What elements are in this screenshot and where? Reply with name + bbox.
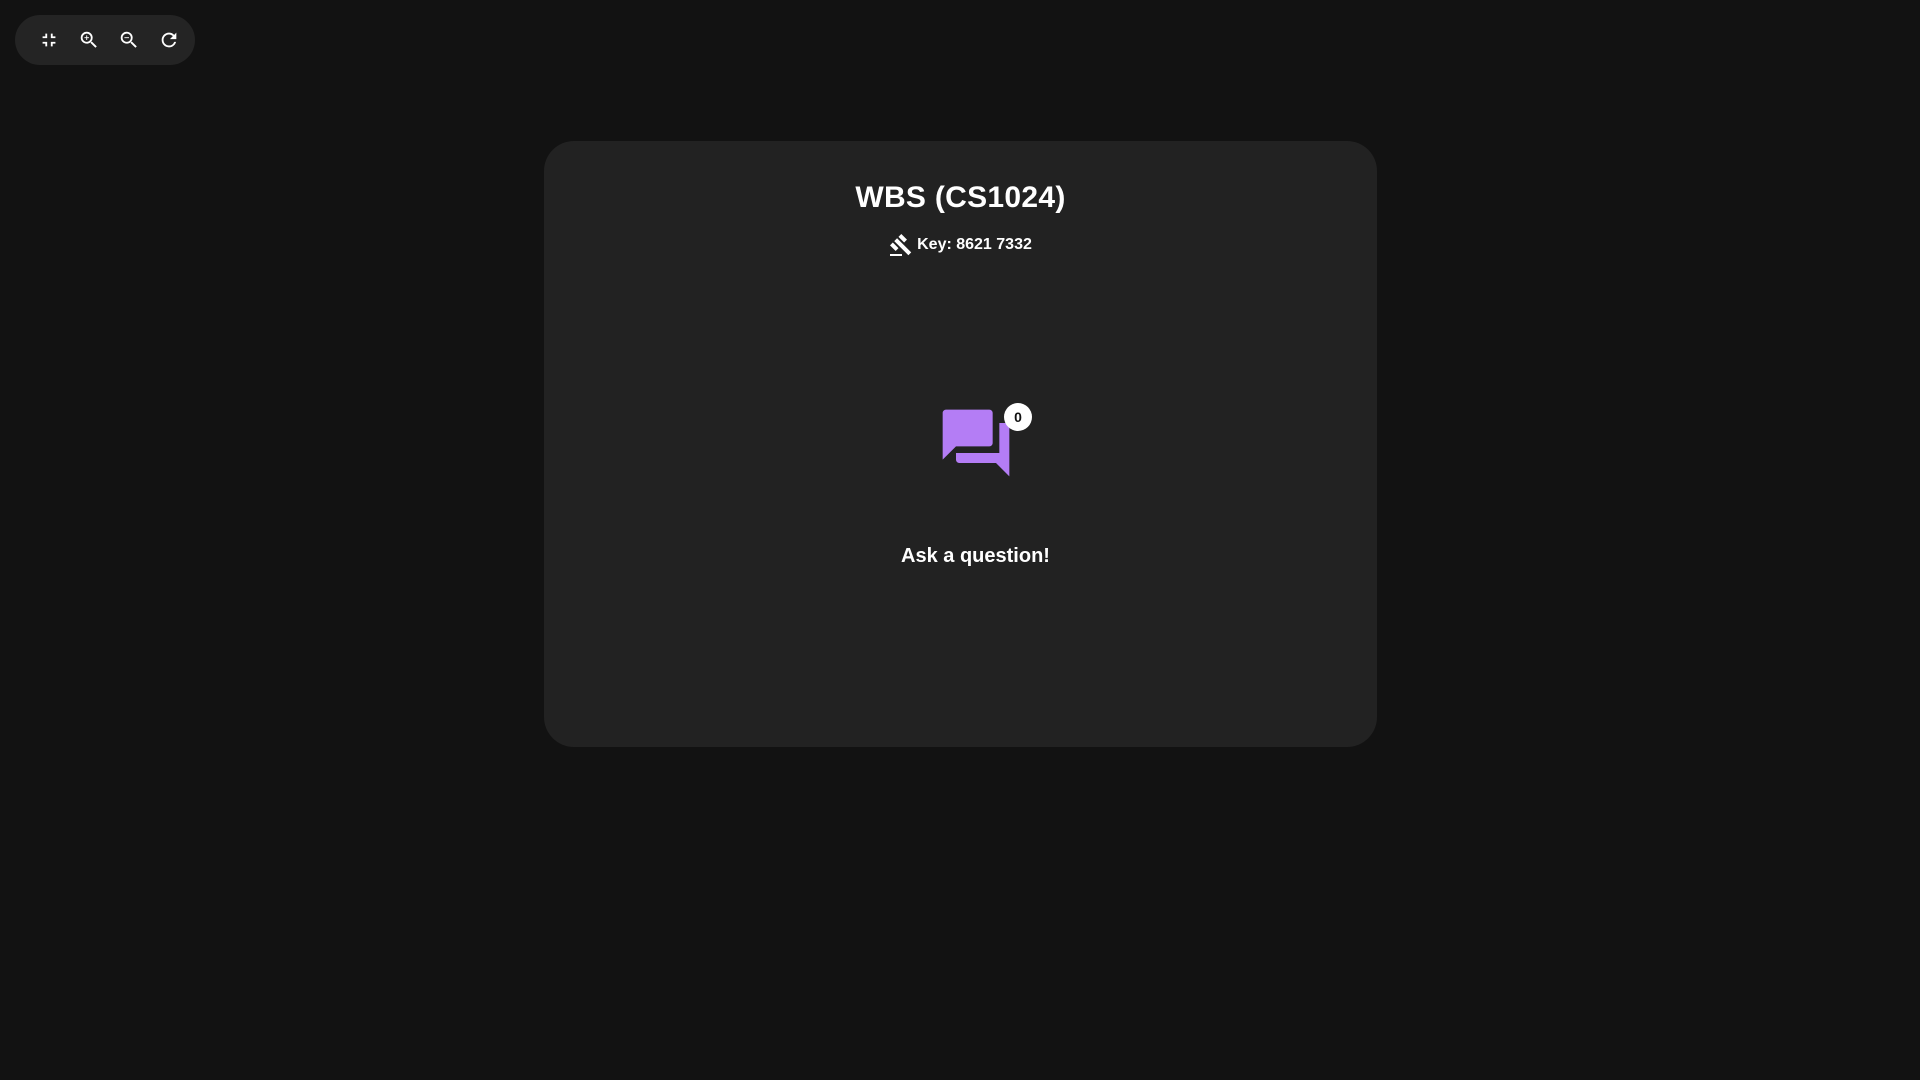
collapse-icon: [42, 33, 56, 47]
exit-fullscreen-button[interactable]: [35, 26, 63, 54]
refresh-icon: [161, 32, 177, 48]
gavel-icon: [890, 234, 912, 256]
questions-indicator[interactable]: 0: [936, 403, 1032, 493]
refresh-button[interactable]: [155, 26, 183, 54]
zoom-out-icon: [120, 31, 137, 48]
zoom-in-icon: [80, 31, 97, 48]
question-count-badge: 0: [1004, 403, 1032, 431]
room-card: WBS (CS1024) Key: 8621 7332 0 Ask a ques…: [544, 141, 1377, 747]
room-key: Key: 8621 7332: [544, 233, 1377, 257]
view-toolbar: [15, 15, 195, 65]
room-title: WBS (CS1024): [855, 181, 1066, 214]
zoom-in-button[interactable]: [75, 26, 103, 54]
ask-question-button[interactable]: Ask a question!: [544, 545, 1407, 568]
zoom-out-button[interactable]: [115, 26, 143, 54]
room-key-label: Key: 8621 7332: [917, 236, 1032, 253]
